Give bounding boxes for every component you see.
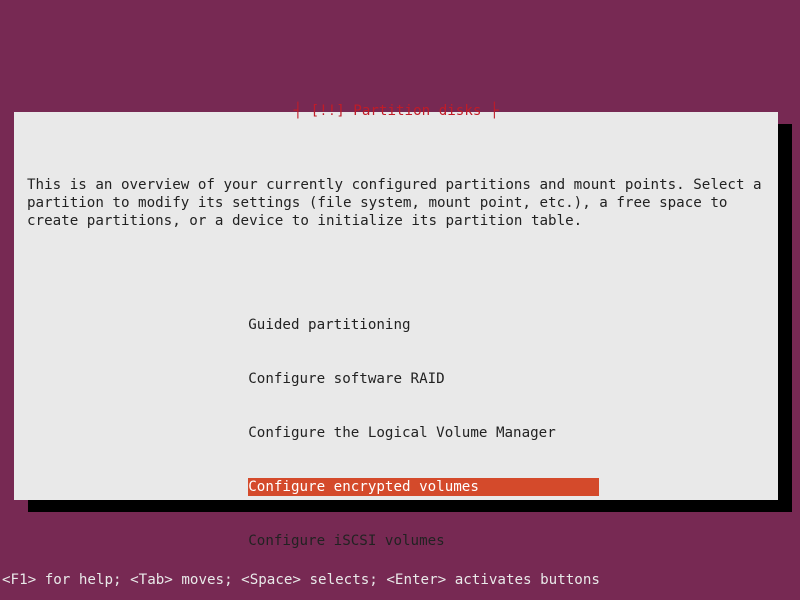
dialog-title: ┤ [!!] Partition disks ├ xyxy=(14,103,778,119)
menu-item-lvm[interactable]: Configure the Logical Volume Manager xyxy=(248,424,599,442)
menu-item-raid[interactable]: Configure software RAID xyxy=(248,370,599,388)
title-deco-right: ├ xyxy=(481,103,498,119)
menu-label: Configure the Logical Volume Manager xyxy=(248,425,556,441)
menu-item-iscsi[interactable]: Configure iSCSI volumes xyxy=(248,532,599,550)
menu-label: Configure iSCSI volumes xyxy=(248,533,444,549)
help-bar: <F1> for help; <Tab> moves; <Space> sele… xyxy=(0,572,600,588)
partition-dialog: ┤ [!!] Partition disks ├ This is an over… xyxy=(14,112,778,500)
title-text: Partition disks xyxy=(353,103,481,119)
menu-item-encrypted[interactable]: Configure encrypted volumes xyxy=(248,478,599,496)
title-deco-left: ┤ xyxy=(293,103,302,119)
menu-label: Configure software RAID xyxy=(248,371,444,387)
menu-label: Guided partitioning xyxy=(248,317,410,333)
description-text: This is an overview of your currently co… xyxy=(27,176,765,230)
help-text: <F1> for help; <Tab> moves; <Space> sele… xyxy=(2,572,600,588)
dialog-body: This is an overview of your currently co… xyxy=(14,118,778,600)
installer-screen: ┤ [!!] Partition disks ├ This is an over… xyxy=(0,0,800,600)
title-bang: [!!] xyxy=(302,103,353,119)
menu-label: Configure encrypted volumes xyxy=(248,478,599,496)
menu-item-guided[interactable]: Guided partitioning xyxy=(248,316,599,334)
action-menu: Guided partitioning Configure software R… xyxy=(248,280,599,586)
